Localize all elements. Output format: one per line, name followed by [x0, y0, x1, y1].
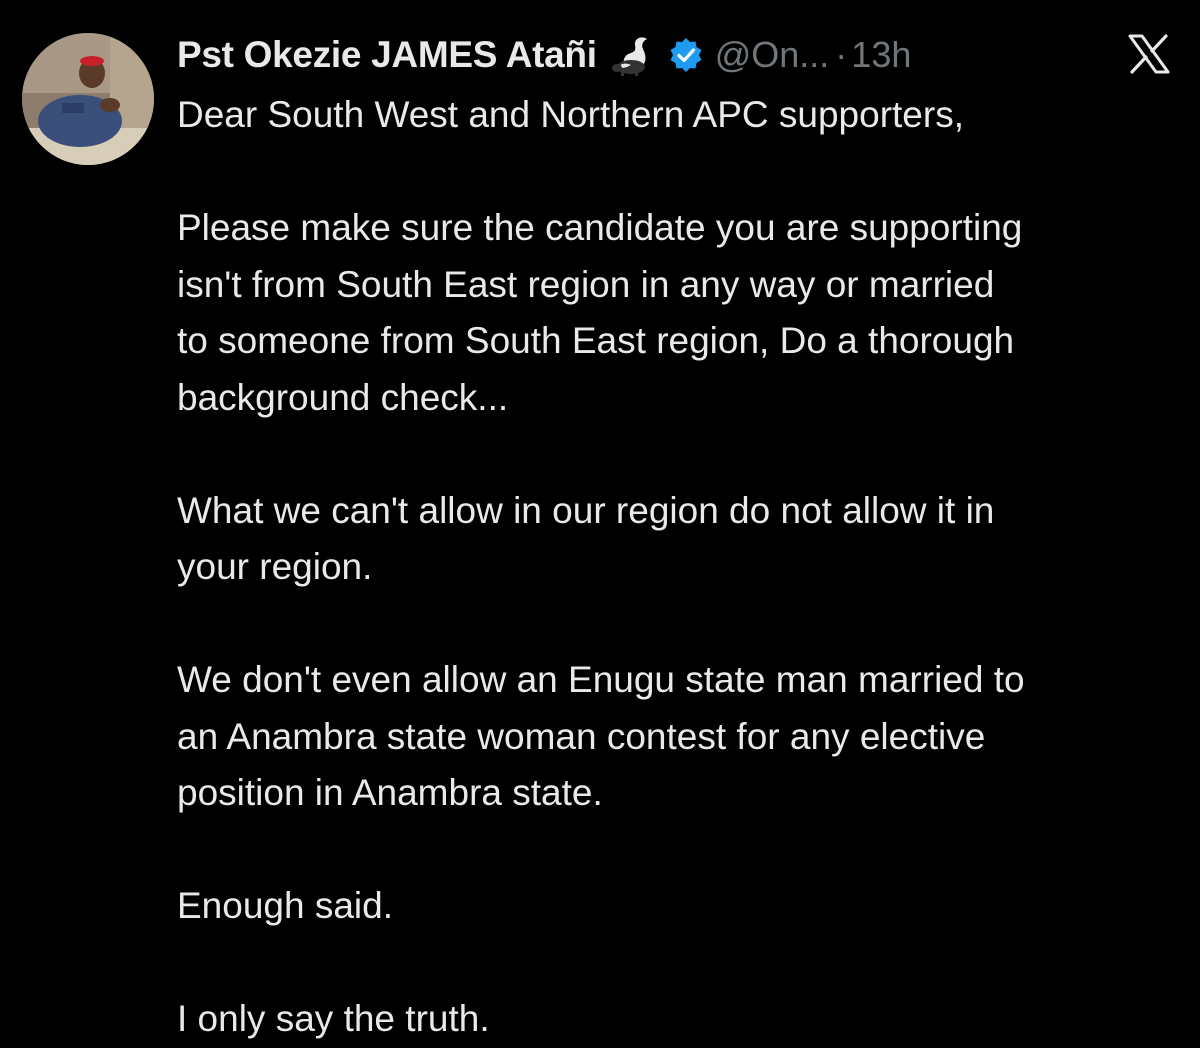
- text-line: Dear South West and Northern APC support…: [177, 94, 964, 135]
- text-line: position in Anambra state.: [177, 772, 603, 813]
- paragraph: What we can't allow in our region do not…: [177, 483, 1187, 596]
- tweet-body: Dear South West and Northern APC support…: [177, 87, 1187, 1048]
- paragraph: I only say the truth.: [177, 991, 1187, 1048]
- paragraph: Please make sure the candidate you are s…: [177, 200, 1187, 426]
- text-line: I only say the truth.: [177, 998, 490, 1039]
- display-name[interactable]: Pst Okezie JAMES Atañi: [177, 34, 597, 76]
- text-line: your region.: [177, 546, 373, 587]
- text-line: to someone from South East region, Do a …: [177, 320, 1015, 361]
- text-line: Please make sure the candidate you are s…: [177, 207, 1023, 248]
- text-line: an Anambra state woman contest for any e…: [177, 715, 986, 757]
- skunk-icon: [607, 33, 663, 77]
- text-line: background check...: [177, 376, 509, 418]
- timestamp[interactable]: 13h: [851, 34, 911, 76]
- text-line: What we can't allow in our region do not…: [177, 489, 995, 531]
- avatar[interactable]: [22, 33, 154, 165]
- text-line: Enough said.: [177, 885, 394, 926]
- paragraph: Dear South West and Northern APC support…: [177, 87, 1187, 144]
- x-logo-icon: [1128, 34, 1170, 74]
- separator-dot: ·: [835, 34, 848, 75]
- user-handle[interactable]: @On...: [715, 34, 830, 76]
- verified-badge-icon: [669, 38, 703, 72]
- text-line: isn't from South East region in any way …: [177, 263, 995, 305]
- tweet-card: Pst Okezie JAMES Atañi @On... · 13h Dear…: [0, 0, 1200, 1042]
- paragraph: Enough said.: [177, 878, 1187, 935]
- text-line: We don't even allow an Enugu state man m…: [177, 659, 1025, 700]
- paragraph: We don't even allow an Enugu state man m…: [177, 652, 1187, 822]
- tweet-header: Pst Okezie JAMES Atañi @On... · 13h: [177, 30, 911, 80]
